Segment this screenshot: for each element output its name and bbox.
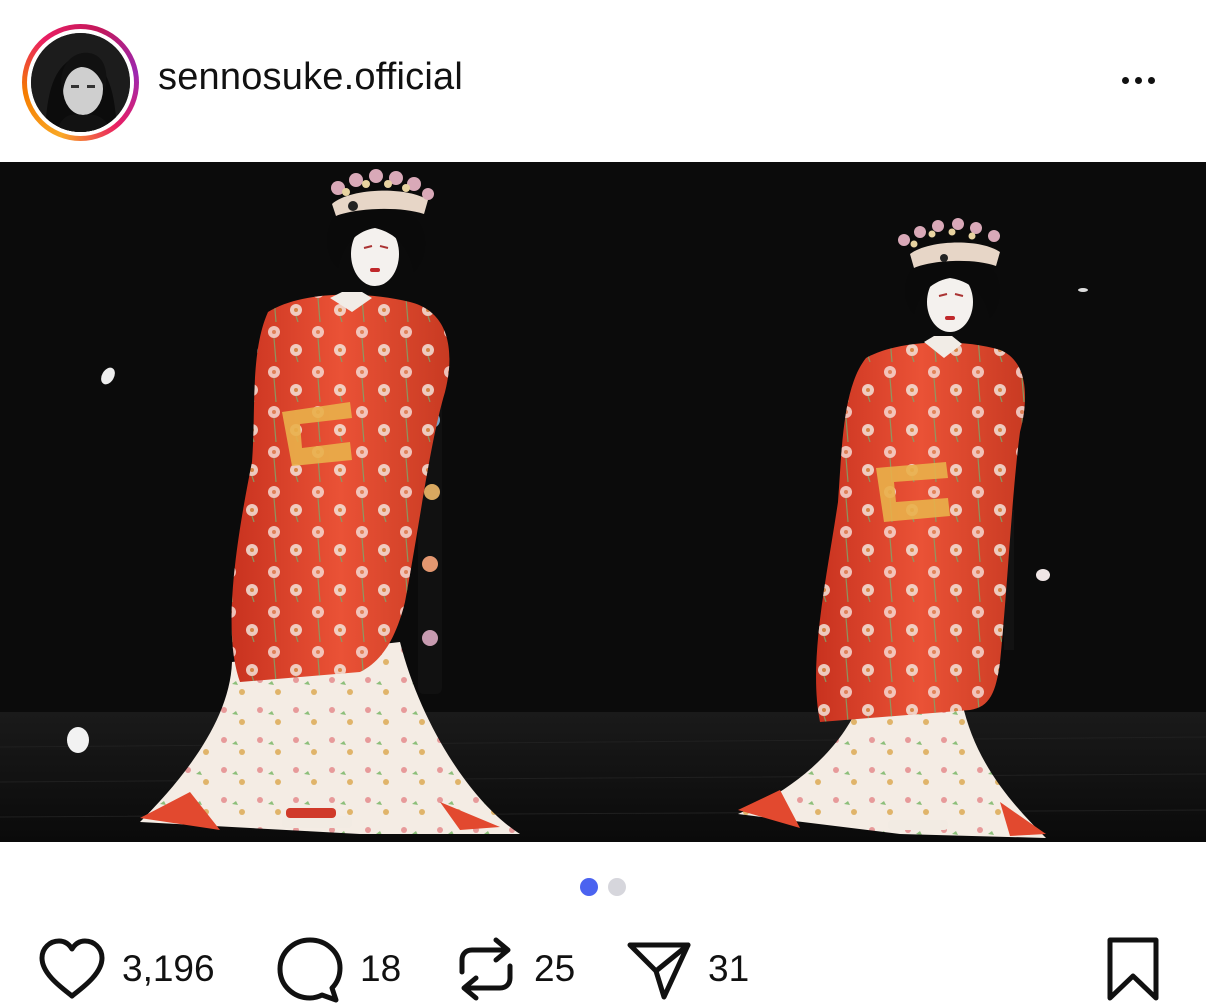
like-button[interactable]: 3,196 xyxy=(36,930,215,1007)
share-button[interactable]: 31 xyxy=(624,930,749,1007)
repost-count: 25 xyxy=(534,947,576,989)
post-header: sennosuke.official xyxy=(0,0,1206,162)
comment-button[interactable]: 18 xyxy=(274,930,401,1007)
bookmark-icon xyxy=(1107,937,1159,1001)
more-icon xyxy=(1121,76,1129,84)
action-bar: 3,196 18 25 31 xyxy=(0,930,1206,1007)
share-count: 31 xyxy=(708,947,750,989)
more-icon xyxy=(1147,76,1155,84)
username[interactable]: sennosuke.official xyxy=(158,56,463,99)
avatar[interactable] xyxy=(31,33,130,132)
more-icon xyxy=(1134,76,1142,84)
heart-icon xyxy=(39,938,105,998)
story-ring[interactable] xyxy=(22,24,139,141)
carousel-dot xyxy=(608,878,626,896)
kabuki-performers-photo xyxy=(0,162,1206,842)
carousel-indicator xyxy=(0,878,1206,898)
send-icon xyxy=(627,942,691,999)
like-count: 3,196 xyxy=(122,947,215,989)
repost-icon xyxy=(459,937,513,1000)
more-options-button[interactable] xyxy=(1108,62,1168,98)
carousel-dot-active xyxy=(580,878,598,896)
comment-count: 18 xyxy=(360,947,402,989)
repost-button[interactable]: 25 xyxy=(452,930,575,1007)
comment-icon xyxy=(277,937,343,1002)
save-button[interactable] xyxy=(1104,936,1162,1007)
post-photo[interactable] xyxy=(0,162,1206,842)
